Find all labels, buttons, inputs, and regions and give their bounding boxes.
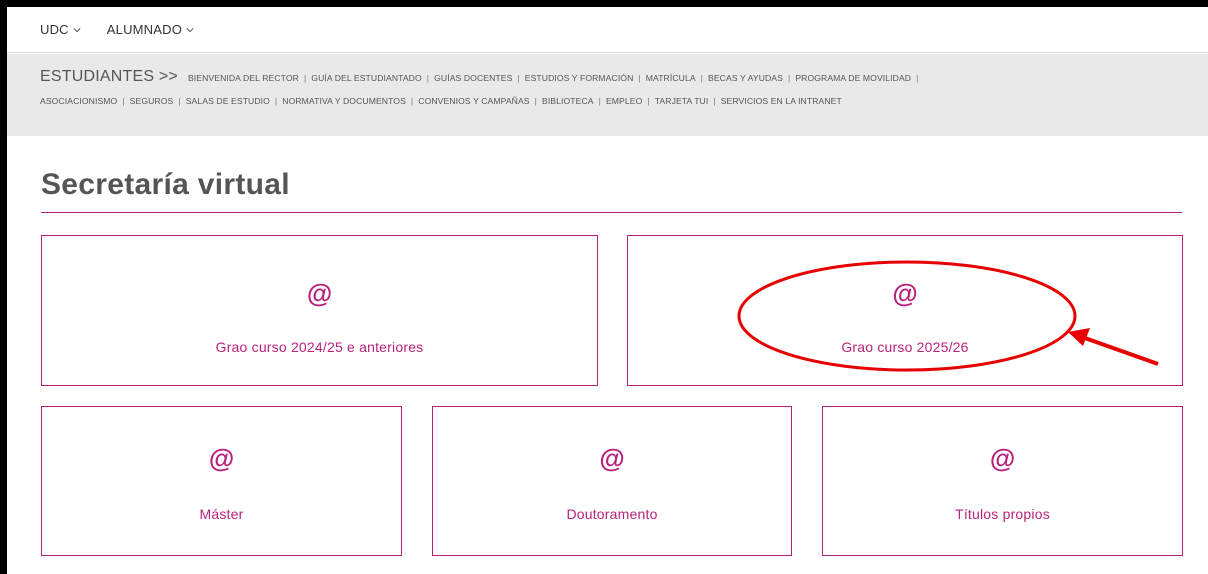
link-programa-movilidad[interactable]: PROGRAMA DE MOVILIDAD [795,73,911,83]
link-separator: | [410,96,414,106]
link-tarjeta-tui[interactable]: TARJETA TUI [655,96,709,106]
link-separator: | [274,96,278,106]
link-separator: | [647,96,650,106]
students-breadcrumb-band: ESTUDIANTES >> BIENVENIDA DEL RECTOR | GUÍ… [7,54,1208,136]
chevron-down-icon [73,27,81,32]
student-links-row1: BIENVENIDA DEL RECTOR | GUÍA DEL ESTUDIANT… [188,73,923,83]
link-bienvenida[interactable]: BIENVENIDA DEL RECTOR [188,73,299,83]
link-normativa[interactable]: NORMATIVA Y DOCUMENTOS [282,96,406,106]
card-master[interactable]: @ Máster [41,406,402,556]
link-separator: | [122,96,125,106]
link-estudios-formacion[interactable]: ESTUDIOS Y FORMACIÓN [525,73,634,83]
card-doutoramento[interactable]: @ Doutoramento [432,406,792,556]
title-divider [41,212,1182,213]
card-label: Grao curso 2024/25 e anteriores [215,339,424,355]
link-separator: | [598,96,601,106]
link-separator: | [426,73,430,83]
link-separator: | [787,73,791,83]
chevron-down-icon [186,27,194,32]
section-title: ESTUDIANTES >> [40,68,178,85]
at-sign-icon: @ [599,443,625,473]
card-label: Máster [199,506,244,522]
card-grao-2024-25[interactable]: @ Grao curso 2024/25 e anteriores [41,235,598,386]
link-separator: | [517,73,520,83]
card-titulos-propios[interactable]: @ Títulos propios [822,406,1183,556]
link-convenios[interactable]: CONVENIOS Y CAMPAÑAS [418,96,529,106]
link-guias-docentes[interactable]: GUÍAS DOCENTES [434,73,512,83]
at-sign-icon: @ [989,443,1016,473]
nav-item-udc[interactable]: UDC [40,22,81,37]
link-empleo[interactable]: EMPLEO [606,96,642,106]
link-asociacionismo[interactable]: ASOCIACIONISMO [40,96,117,106]
link-becas-ayudas[interactable]: BECAS Y AYUDAS [708,73,783,83]
page-title: Secretaría virtual [41,168,290,201]
student-links-row2: ASOCIACIONISMO | SEGUROS | SALAS DE ESTUDIO |… [40,96,1208,106]
nav-item-label: UDC [40,22,69,37]
link-separator: | [303,73,307,83]
link-seguros[interactable]: SEGUROS [130,96,174,106]
link-separator: | [534,96,537,106]
link-guia-estudiantado[interactable]: GUÍA DEL ESTUDIANTADO [311,73,422,83]
link-separator: | [700,73,704,83]
link-separator: | [916,73,919,83]
at-sign-icon: @ [892,278,918,308]
at-sign-icon: @ [208,443,235,473]
link-matricula[interactable]: MATRÍCULA [646,73,696,83]
link-separator: | [713,96,716,106]
link-separator: | [178,96,181,106]
card-label: Títulos propios [955,506,1050,522]
nav-item-alumnado[interactable]: ALUMNADO [107,22,194,37]
card-label: Grao curso 2025/26 [841,339,969,355]
link-servicios-intranet[interactable]: SERVICIOS EN LA INTRANET [721,96,842,106]
card-label: Doutoramento [566,506,658,522]
link-salas-estudio[interactable]: SALAS DE ESTUDIO [186,96,270,106]
nav-item-label: ALUMNADO [106,22,183,37]
card-grao-2025-26[interactable]: @ Grao curso 2025/26 [627,235,1183,386]
link-biblioteca[interactable]: BIBLIOTECA [542,96,594,106]
at-sign-icon: @ [306,278,333,308]
top-navigation: UDC ALUMNADO [7,7,1208,53]
link-separator: | [638,73,641,83]
